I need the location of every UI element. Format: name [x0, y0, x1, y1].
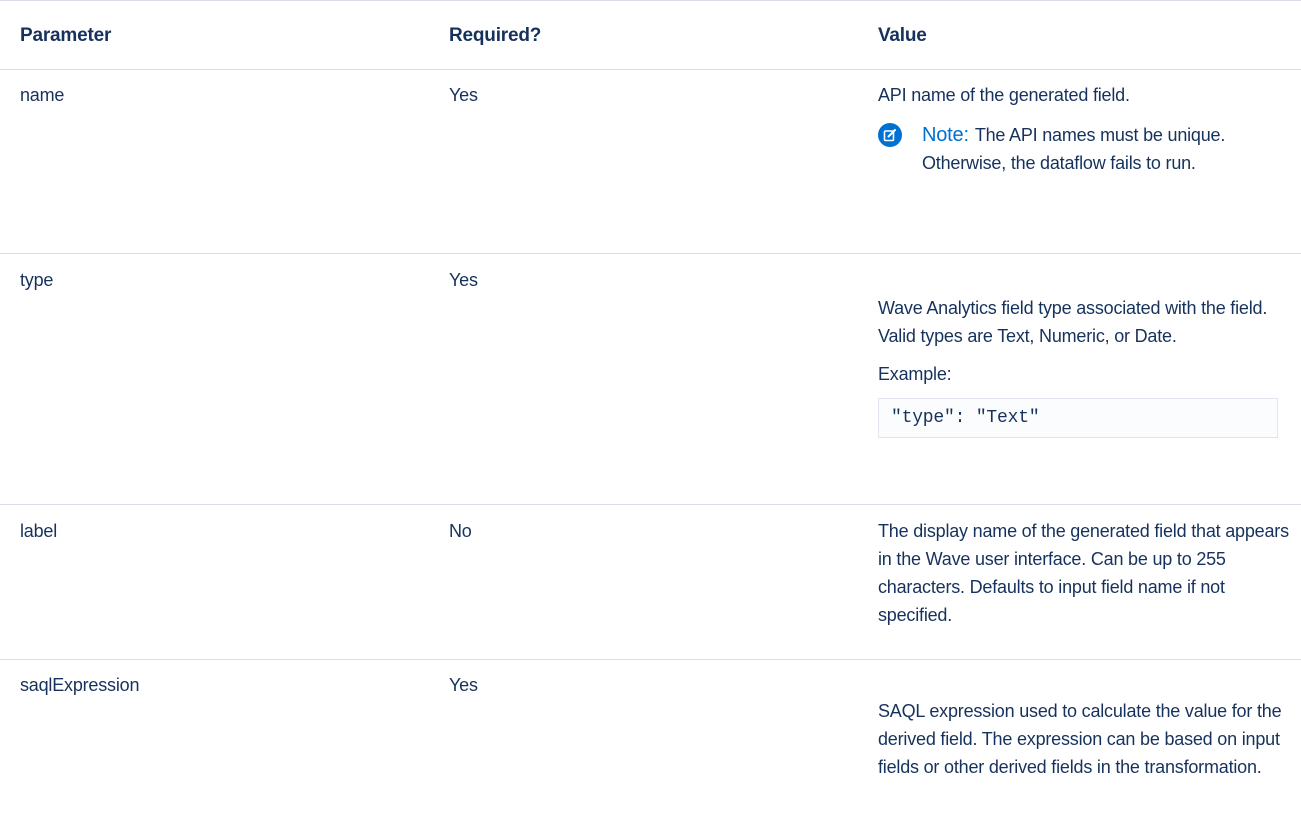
row-name-description: API name of the generated field.: [878, 85, 1130, 105]
row-label-parameter: label: [20, 521, 58, 541]
row-name-required: Yes: [449, 85, 478, 105]
parameter-table: Parameter Required? Value name Yes API n…: [0, 0, 1301, 835]
code-sample: "type": "Text": [878, 398, 1278, 438]
row-name-parameter: name: [20, 85, 65, 105]
note-callout: Note: The API names must be unique. Other…: [878, 121, 1296, 177]
table-top-border: [0, 0, 1301, 1]
row-divider: [0, 253, 1301, 254]
header-parameter: Parameter: [20, 25, 112, 46]
row-saql-value: SAQL expression used to calculate the va…: [878, 701, 1282, 777]
note-body: Note: The API names must be unique. Other…: [922, 121, 1282, 177]
header-value: Value: [878, 25, 927, 46]
row-type-parameter: type: [20, 270, 54, 290]
row-saql-parameter: saqlExpression: [20, 675, 140, 695]
row-type-value: Wave Analytics field type associated wit…: [878, 294, 1296, 438]
note-label: Note:: [922, 124, 969, 146]
row-name-value: API name of the generated field. Note: Th…: [878, 81, 1296, 177]
row-divider: [0, 659, 1301, 660]
row-label-required: No: [449, 521, 472, 541]
edit-note-icon: [878, 123, 902, 147]
header-required: Required?: [449, 25, 542, 46]
row-label-value: The display name of the generated field …: [878, 521, 1289, 625]
row-type-description: Wave Analytics field type associated wit…: [878, 298, 1268, 346]
header-divider: [0, 69, 1301, 70]
row-saql-required: Yes: [449, 675, 478, 695]
row-divider: [0, 504, 1301, 505]
example-label: Example:: [878, 364, 952, 384]
row-type-required: Yes: [449, 270, 478, 290]
